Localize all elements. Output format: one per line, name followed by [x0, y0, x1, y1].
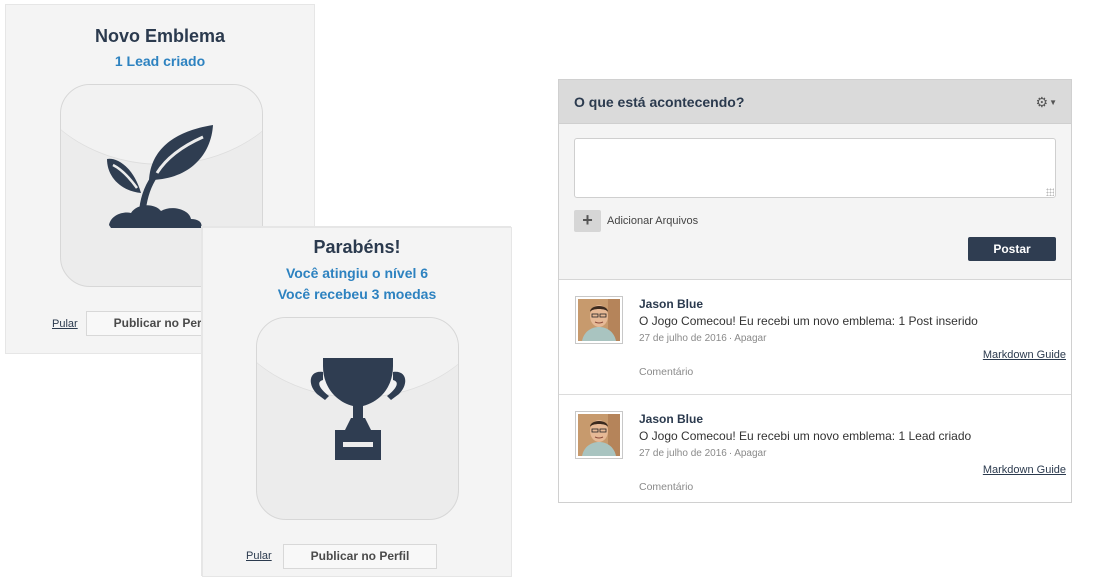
congrats-title: Parabéns!	[313, 237, 401, 257]
trophy-icon	[310, 358, 406, 460]
add-files-button[interactable]: +	[574, 210, 601, 232]
resize-grip-icon[interactable]	[1046, 188, 1054, 196]
feed-header: O que está acontecendo? ⚙▼	[559, 80, 1071, 124]
gear-icon: ⚙	[1035, 94, 1049, 110]
post-meta: 27 de julho de 2016 · Apagar	[639, 333, 766, 344]
activity-feed: O que está acontecendo? ⚙▼ + Adicionar A…	[558, 79, 1072, 503]
badge-title: Novo Emblema	[94, 26, 226, 46]
level-text: Você atingiu o nível 6	[285, 265, 429, 281]
post-textarea[interactable]	[574, 138, 1056, 198]
skip-link[interactable]: Pular	[246, 550, 272, 562]
delete-link[interactable]: Apagar	[734, 448, 766, 459]
user-photo-icon	[578, 414, 620, 456]
comment-link[interactable]: Comentário	[639, 366, 693, 378]
feed-item: Jason Blue O Jogo Comecou! Eu recebi um …	[559, 395, 1071, 510]
user-photo-icon	[578, 299, 620, 341]
settings-menu-button[interactable]: ⚙▼	[1036, 94, 1057, 111]
meta-separator: ·	[728, 448, 733, 459]
post-composer: + Adicionar Arquivos Postar	[559, 124, 1071, 280]
post-meta: 27 de julho de 2016 · Apagar	[639, 448, 766, 459]
markdown-guide-link[interactable]: Markdown Guide	[983, 349, 1066, 361]
post-message: O Jogo Comecou! Eu recebi um novo emblem…	[639, 314, 978, 328]
badge-icon-tile	[256, 317, 459, 520]
post-date: 27 de julho de 2016	[639, 333, 727, 344]
post-date: 27 de julho de 2016	[639, 448, 727, 459]
coins-text: Você recebeu 3 moedas	[277, 286, 437, 302]
author-name[interactable]: Jason Blue	[639, 412, 703, 426]
delete-link[interactable]: Apagar	[734, 333, 766, 344]
skip-link[interactable]: Pular	[52, 318, 78, 330]
avatar[interactable]	[575, 296, 623, 344]
publish-profile-button[interactable]: Publicar no Perfil	[283, 544, 437, 569]
badge-subtitle: 1 Lead criado	[114, 53, 206, 69]
caret-down-icon: ▼	[1049, 98, 1057, 107]
post-button[interactable]: Postar	[968, 237, 1056, 261]
author-name[interactable]: Jason Blue	[639, 297, 703, 311]
feed-title: O que está acontecendo?	[574, 94, 745, 110]
meta-separator: ·	[728, 333, 733, 344]
add-files-label[interactable]: Adicionar Arquivos	[607, 215, 698, 227]
badge-card-congrats: Parabéns! Você atingiu o nível 6 Você re…	[202, 227, 512, 577]
markdown-guide-link[interactable]: Markdown Guide	[983, 464, 1066, 476]
plus-icon: +	[582, 210, 593, 230]
comment-link[interactable]: Comentário	[639, 481, 693, 493]
feed-item: Jason Blue O Jogo Comecou! Eu recebi um …	[559, 280, 1071, 395]
post-message: O Jogo Comecou! Eu recebi um novo emblem…	[639, 429, 972, 443]
avatar[interactable]	[575, 411, 623, 459]
